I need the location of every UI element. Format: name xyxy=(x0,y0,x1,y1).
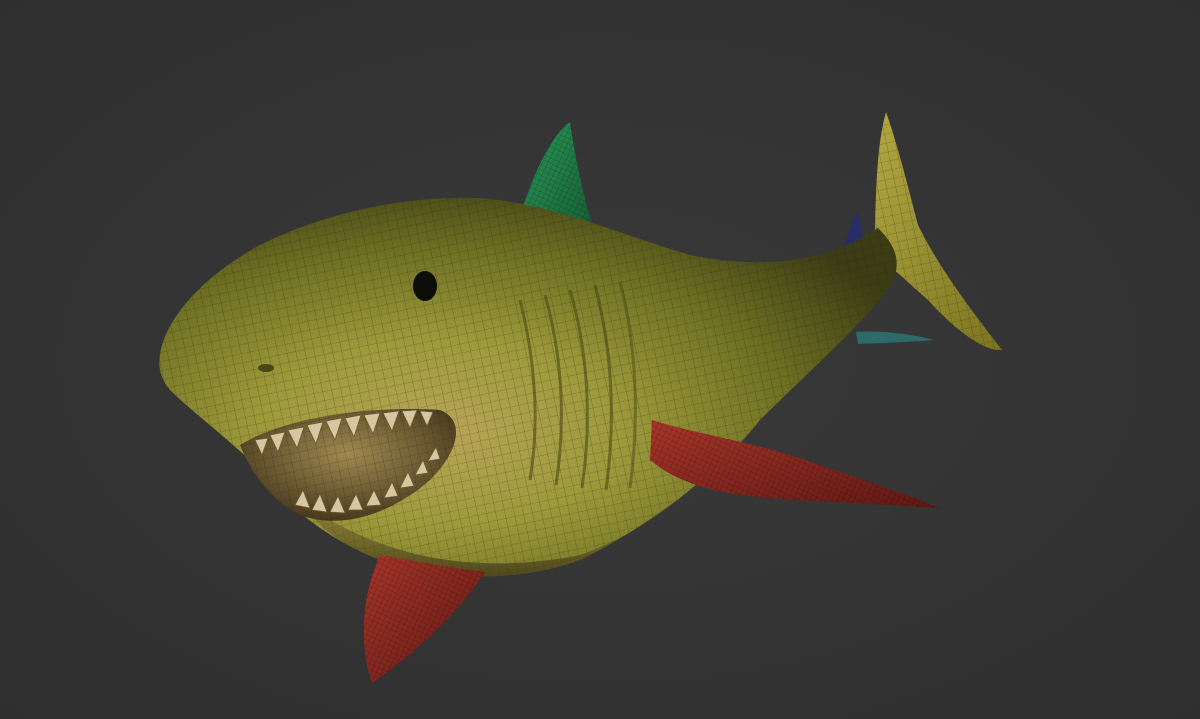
shark-model[interactable] xyxy=(0,0,1200,719)
tail-fin[interactable] xyxy=(872,112,1002,351)
right-pectoral-fin[interactable] xyxy=(650,420,940,508)
shark-nostril xyxy=(258,364,274,372)
shark-eye xyxy=(413,271,437,301)
shark-body[interactable] xyxy=(159,197,897,577)
left-pectoral-fin[interactable] xyxy=(363,555,485,683)
3d-viewport[interactable] xyxy=(0,0,1200,719)
anal-fin[interactable] xyxy=(856,331,934,344)
